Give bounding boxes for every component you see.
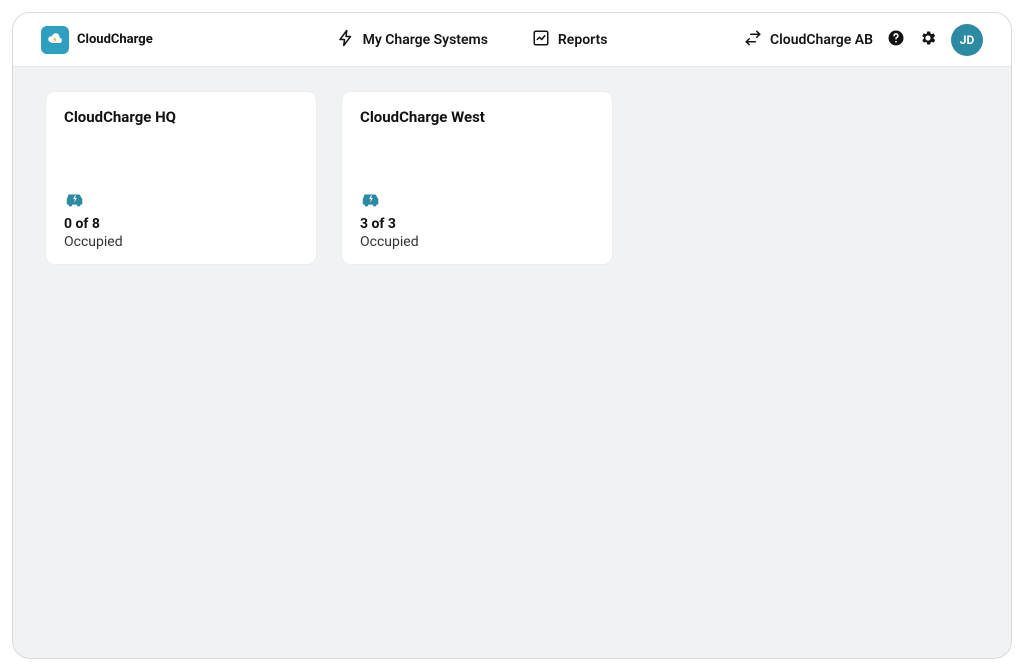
- car-charging-icon: [360, 192, 382, 208]
- card-title: CloudCharge West: [360, 108, 594, 126]
- topbar-right: CloudCharge AB JD: [723, 24, 983, 56]
- card-count: 0 of 8: [64, 216, 298, 232]
- brand-name: CloudCharge: [77, 32, 153, 47]
- avatar-initials: JD: [960, 33, 975, 47]
- help-button[interactable]: [887, 31, 905, 49]
- app-frame: CloudCharge My Charge Systems Rep: [12, 12, 1012, 659]
- primary-nav: My Charge Systems Reports: [221, 29, 723, 51]
- system-card[interactable]: CloudCharge West 3 of 3 Occupied: [341, 91, 613, 265]
- org-name: CloudCharge AB: [770, 32, 873, 48]
- settings-button[interactable]: [919, 31, 937, 49]
- nav-label: My Charge Systems: [363, 32, 488, 48]
- car-charging-icon: [64, 192, 86, 208]
- user-avatar[interactable]: JD: [951, 24, 983, 56]
- org-switcher[interactable]: CloudCharge AB: [744, 29, 873, 51]
- bolt-icon: [337, 29, 355, 51]
- nav-my-charge-systems[interactable]: My Charge Systems: [337, 29, 488, 51]
- content-area: CloudCharge HQ 0 of 8 Occupied CloudChar…: [13, 67, 1011, 658]
- gear-icon: [919, 29, 937, 51]
- nav-reports[interactable]: Reports: [532, 29, 608, 51]
- card-count: 3 of 3: [360, 216, 594, 232]
- brand[interactable]: CloudCharge: [41, 26, 221, 54]
- switch-icon: [744, 29, 762, 51]
- brand-logo-icon: [41, 26, 69, 54]
- topbar: CloudCharge My Charge Systems Rep: [13, 13, 1011, 67]
- card-label: Occupied: [64, 234, 298, 250]
- card-label: Occupied: [360, 234, 594, 250]
- card-title: CloudCharge HQ: [64, 108, 298, 126]
- chart-icon: [532, 29, 550, 51]
- system-card[interactable]: CloudCharge HQ 0 of 8 Occupied: [45, 91, 317, 265]
- nav-label: Reports: [558, 32, 608, 48]
- help-icon: [887, 29, 905, 51]
